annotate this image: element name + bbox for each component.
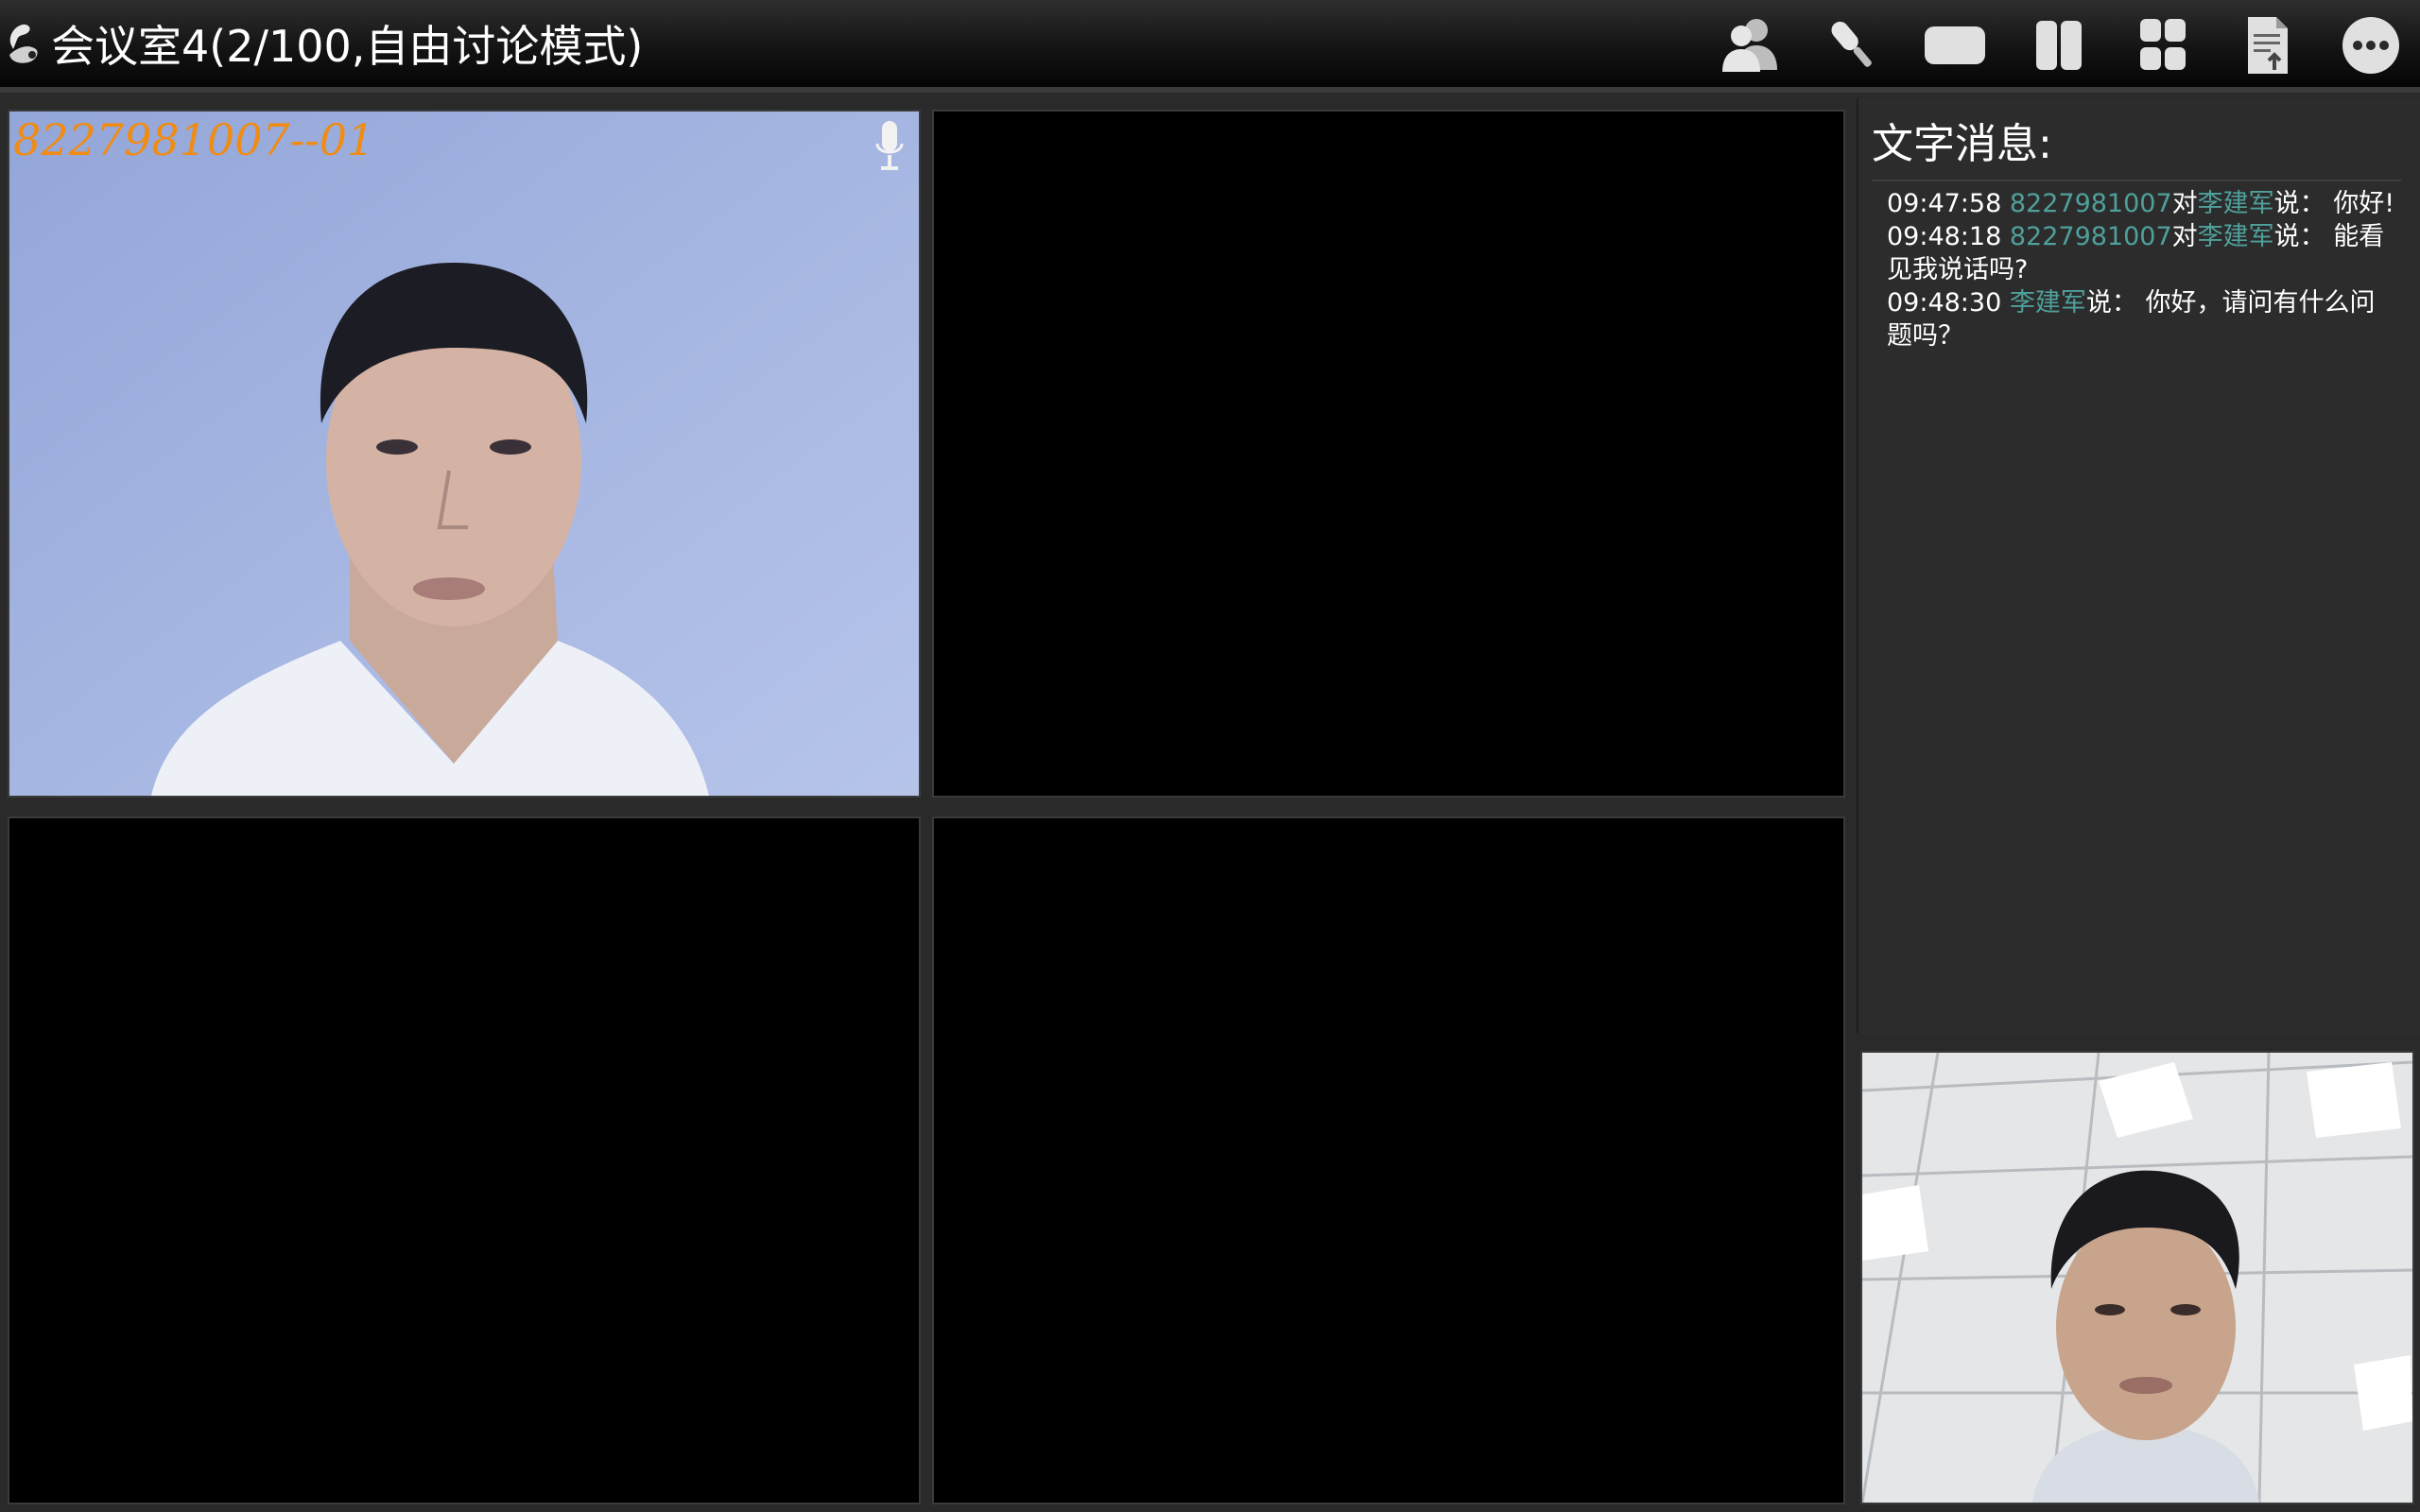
local-camera-feed <box>1862 1053 2412 1503</box>
message-to-word: 对 <box>2171 222 2198 251</box>
video-cell-2[interactable] <box>932 110 1845 798</box>
remote-video-feed <box>9 112 919 796</box>
message-time: 09:48:18 <box>1887 222 2002 251</box>
message-to-word: 对 <box>2171 189 2198 218</box>
self-preview-video[interactable] <box>1860 1051 2414 1504</box>
document-share-button[interactable] <box>2229 11 2305 79</box>
app-logo-icon <box>9 24 38 63</box>
two-view-button[interactable] <box>2021 11 2097 79</box>
message-say: 说： <box>2085 288 2137 318</box>
message-recipient: 李建军 <box>2197 222 2274 251</box>
message-time: 09:47:58 <box>1887 189 2002 218</box>
message-say: 说： <box>2273 222 2325 251</box>
chat-message: 09:47:58 8227981007对李建军说： 你好! <box>1887 187 2397 220</box>
chat-message: 09:48:18 8227981007对李建军说： 能看见我说话吗? <box>1887 220 2397 286</box>
more-options-icon <box>2342 17 2399 74</box>
microphone-icon <box>1831 21 1872 67</box>
four-view-button[interactable] <box>2125 11 2201 79</box>
chat-divider <box>1872 180 2401 181</box>
chat-log[interactable]: 09:47:58 8227981007对李建军说： 你好! 09:48:18 8… <box>1887 187 2397 352</box>
microphone-button[interactable] <box>1815 11 1891 79</box>
two-view-icon <box>2036 21 2082 70</box>
video-cell-4[interactable] <box>932 816 1845 1504</box>
single-view-icon <box>1925 26 1985 64</box>
document-share-icon <box>2248 17 2288 74</box>
message-sender: 8227981007 <box>2009 189 2172 218</box>
video-cell-3[interactable] <box>8 816 921 1504</box>
participants-icon <box>1722 19 1777 72</box>
microphone-icon <box>875 121 904 170</box>
single-view-button[interactable] <box>1917 11 1993 79</box>
participants-button[interactable] <box>1711 11 1787 79</box>
video-cell-1[interactable]: 8227981007--01 <box>8 110 921 798</box>
chat-panel: 文字消息: 09:47:58 8227981007对李建军说： 你好! 09:4… <box>1857 98 2420 1034</box>
message-say: 说： <box>2273 189 2325 218</box>
message-recipient: 李建军 <box>2197 189 2274 218</box>
message-time: 09:48:30 <box>1887 288 2002 318</box>
four-view-icon <box>2140 19 2186 70</box>
message-text: 你好! <box>2333 189 2395 218</box>
chat-message: 09:48:30 李建军说： 你好，请问有什么问题吗？ <box>1887 286 2397 352</box>
message-sender: 李建军 <box>2009 288 2086 318</box>
participant-label: 8227981007--01 <box>13 114 375 165</box>
title-bar: 会议室4(2/100,自由讨论模式) <box>0 0 2420 93</box>
chat-title: 文字消息: <box>1872 120 2052 168</box>
message-sender: 8227981007 <box>2009 222 2172 251</box>
more-options-button[interactable] <box>2333 11 2409 79</box>
room-title: 会议室4(2/100,自由讨论模式) <box>51 21 644 72</box>
